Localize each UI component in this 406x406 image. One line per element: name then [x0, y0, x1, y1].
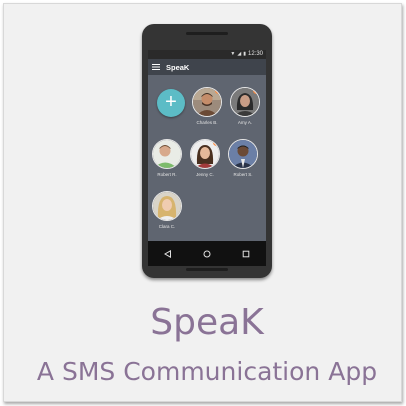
avatar [152, 191, 182, 221]
contact-name: Clara C. [158, 224, 176, 229]
phone-mockup: ▼ ◢ ▮ 12:30 SpeaK + 1 Charles B. 1 Amy A… [142, 24, 272, 278]
contact-item[interactable]: Robert R. [152, 139, 182, 177]
phone-bottom-speaker [186, 268, 228, 271]
recents-icon[interactable] [238, 246, 254, 262]
wifi-icon: ▼ [230, 51, 236, 57]
avatar: 1 [192, 87, 222, 117]
contact-item[interactable]: 1 Charles B. [192, 87, 222, 125]
avatar: 1 [190, 139, 220, 169]
contact-item[interactable]: 1 Jenny C. [190, 139, 220, 177]
phone-screen: ▼ ◢ ▮ 12:30 SpeaK + 1 Charles B. 1 Amy A… [148, 50, 266, 266]
home-icon[interactable] [199, 246, 215, 262]
phone-top-speaker [186, 32, 228, 35]
contact-name: Charles B. [196, 120, 218, 125]
contact-name: Jenny C. [196, 172, 214, 177]
back-icon[interactable] [160, 246, 176, 262]
contact-name: Amy A. [237, 120, 253, 125]
contact-name: Robert R. [157, 172, 177, 177]
unread-badge: 1 [253, 88, 259, 94]
unread-badge: 1 [215, 88, 221, 94]
contact-item[interactable]: Robert S. [228, 139, 258, 177]
battery-icon: ▮ [243, 51, 246, 57]
app-title: SpeaK [166, 62, 190, 72]
contacts-grid: + 1 Charles B. 1 Amy A. Robert R. 1 Jenn… [148, 75, 266, 241]
navigation-bar [148, 241, 266, 266]
contact-item[interactable]: Clara C. [152, 191, 182, 229]
contact-name: Robert S. [233, 172, 253, 177]
add-contact-button[interactable]: + [157, 89, 185, 117]
avatar [152, 139, 182, 169]
promo-title: SpeaK [150, 302, 264, 343]
status-time: 12:30 [247, 51, 263, 57]
app-promo-card: ▼ ◢ ▮ 12:30 SpeaK + 1 Charles B. 1 Amy A… [3, 3, 402, 402]
hamburger-menu-icon[interactable] [148, 59, 164, 75]
contact-item[interactable]: 1 Amy A. [230, 87, 260, 125]
avatar [228, 139, 258, 169]
promo-subtitle: A SMS Communication App [36, 357, 378, 386]
status-bar: ▼ ◢ ▮ 12:30 [148, 50, 266, 59]
signal-icon: ◢ [237, 51, 242, 57]
avatar: 1 [230, 87, 260, 117]
app-bar: SpeaK [148, 59, 266, 75]
unread-badge: 1 [213, 140, 219, 146]
